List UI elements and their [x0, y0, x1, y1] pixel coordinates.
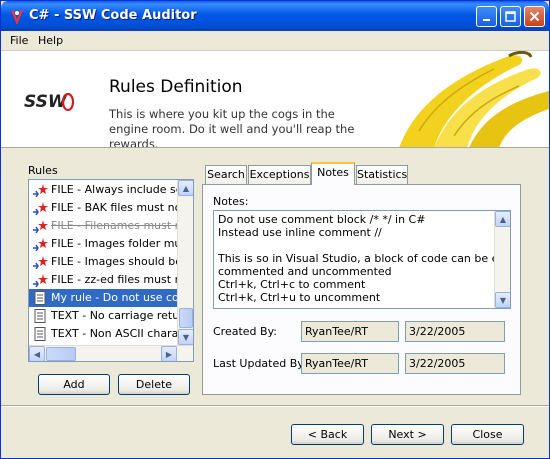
page-title: Rules Definition [109, 77, 243, 97]
list-item[interactable]: TEXT - Non ASCII characters [29, 325, 179, 343]
notes-scrollbar[interactable]: ▲ ▼ [494, 211, 510, 308]
list-item[interactable]: FILE - Images should be in [29, 253, 179, 271]
tab-statistics[interactable]: Statistics [356, 165, 408, 184]
list-item[interactable]: FILE - Images folder must [29, 235, 179, 253]
maximize-icon [505, 11, 516, 22]
list-item-label: FILE - Filenames must not [51, 219, 179, 232]
list-item-label: TEXT - No carriage returns [51, 309, 179, 322]
page-description: This is where you kit up the cogs in the… [109, 107, 355, 148]
file-rule-icon [33, 256, 48, 269]
list-item[interactable]: FILE - BAK files must not exist [29, 199, 179, 217]
notes-line: commented and uncommented [218, 265, 392, 278]
minimize-button[interactable] [476, 6, 497, 27]
vertical-scroll-thumb[interactable] [179, 308, 193, 328]
created-date-field: 3/22/2005 [405, 321, 505, 342]
maximize-button[interactable] [500, 6, 521, 27]
list-item-label: TEXT - Non ASCII characters [51, 327, 179, 340]
footer-divider [1, 405, 549, 407]
list-item[interactable]: TEXT - No carriage returns [29, 307, 179, 325]
notes-label: Notes: [213, 195, 249, 208]
scroll-up-button[interactable]: ▲ [495, 211, 510, 227]
list-item[interactable]: FILE - Filenames must not [29, 217, 179, 235]
scroll-right-button[interactable]: ▶ [161, 346, 177, 361]
text-rule-icon [34, 291, 46, 305]
next-button[interactable]: Next > [371, 424, 444, 445]
list-item[interactable]: FILE - zz-ed files must not [29, 271, 179, 289]
last-updated-date-field: 3/22/2005 [405, 353, 505, 374]
add-rule-button[interactable]: Add [38, 374, 110, 395]
minimize-icon [482, 18, 490, 21]
wizard-header: SSW Rules Definition This is where you k… [1, 51, 549, 148]
horizontal-scrollbar[interactable]: ◀ ▶ [29, 345, 193, 361]
notes-line: Instead use inline comment // [218, 226, 382, 239]
app-icon [10, 9, 24, 24]
list-item-label: FILE - Images should be in [51, 255, 179, 268]
title-bar[interactable]: C# - SSW Code Auditor [1, 1, 549, 31]
scroll-up-button[interactable]: ▲ [178, 180, 193, 196]
app-window: C# - SSW Code Auditor File Help SSW Rule… [0, 0, 550, 459]
last-updated-by-field: RyanTee/RT [301, 353, 399, 374]
tab-search[interactable]: Search [205, 165, 247, 184]
notes-panel: Notes: Do not use comment block /* */ in… [202, 184, 521, 395]
notes-line: Ctrl+k, Ctrl+c to comment [218, 278, 366, 291]
vertical-scrollbar[interactable]: ▲ ▼ [177, 180, 193, 345]
file-rule-icon [33, 220, 48, 233]
rules-list[interactable]: FILE - Always include setup FILE - BAK f… [28, 179, 194, 362]
created-by-field: RyanTee/RT [301, 321, 399, 342]
rules-label: Rules [28, 164, 58, 177]
file-rule-icon [33, 238, 48, 251]
list-item-label: FILE - zz-ed files must not [51, 273, 179, 286]
file-rule-icon [33, 184, 48, 197]
menu-file[interactable]: File [10, 34, 28, 47]
menu-bar: File Help [1, 31, 549, 51]
file-rule-icon [33, 274, 48, 287]
tab-notes[interactable]: Notes [311, 162, 355, 185]
notes-textarea[interactable]: Do not use comment block /* */ in C# Ins… [213, 210, 511, 309]
tab-exceptions[interactable]: Exceptions [248, 165, 311, 184]
created-by-label: Created By: [213, 325, 277, 338]
back-button[interactable]: < Back [291, 424, 364, 445]
text-rule-icon [34, 327, 46, 341]
file-rule-icon [33, 202, 48, 215]
close-button[interactable]: Close [451, 424, 524, 445]
notes-line: This is so in Visual Studio, a block of … [218, 252, 511, 265]
delete-rule-button[interactable]: Delete [118, 374, 190, 395]
text-rule-icon [34, 309, 46, 323]
list-item-label: FILE - BAK files must not exist [51, 201, 179, 214]
horizontal-scroll-thumb[interactable] [46, 347, 76, 361]
notes-line: Ctrl+k, Ctrl+u to uncomment [218, 291, 381, 304]
banana-image [399, 51, 549, 147]
scroll-left-button[interactable]: ◀ [29, 346, 45, 361]
ssw-logo: SSW [24, 92, 75, 112]
notes-line: Do not use comment block /* */ in C# [218, 213, 426, 226]
close-icon [529, 11, 540, 22]
list-item[interactable]: FILE - Always include setup [29, 181, 179, 199]
list-item-label: My rule - Do not use comm [51, 291, 179, 304]
menu-help[interactable]: Help [38, 34, 63, 47]
list-item-label: FILE - Always include setup [51, 183, 179, 196]
scroll-down-button[interactable]: ▼ [495, 292, 510, 308]
list-item-selected[interactable]: My rule - Do not use comm [29, 289, 179, 307]
svg-text:SSW: SSW [24, 92, 68, 112]
window-title: C# - SSW Code Auditor [29, 8, 197, 23]
last-updated-by-label: Last Updated By: [213, 357, 307, 370]
scroll-down-button[interactable]: ▼ [178, 329, 193, 345]
list-item-label: FILE - Images folder must [51, 237, 179, 250]
close-window-button[interactable] [524, 6, 545, 27]
